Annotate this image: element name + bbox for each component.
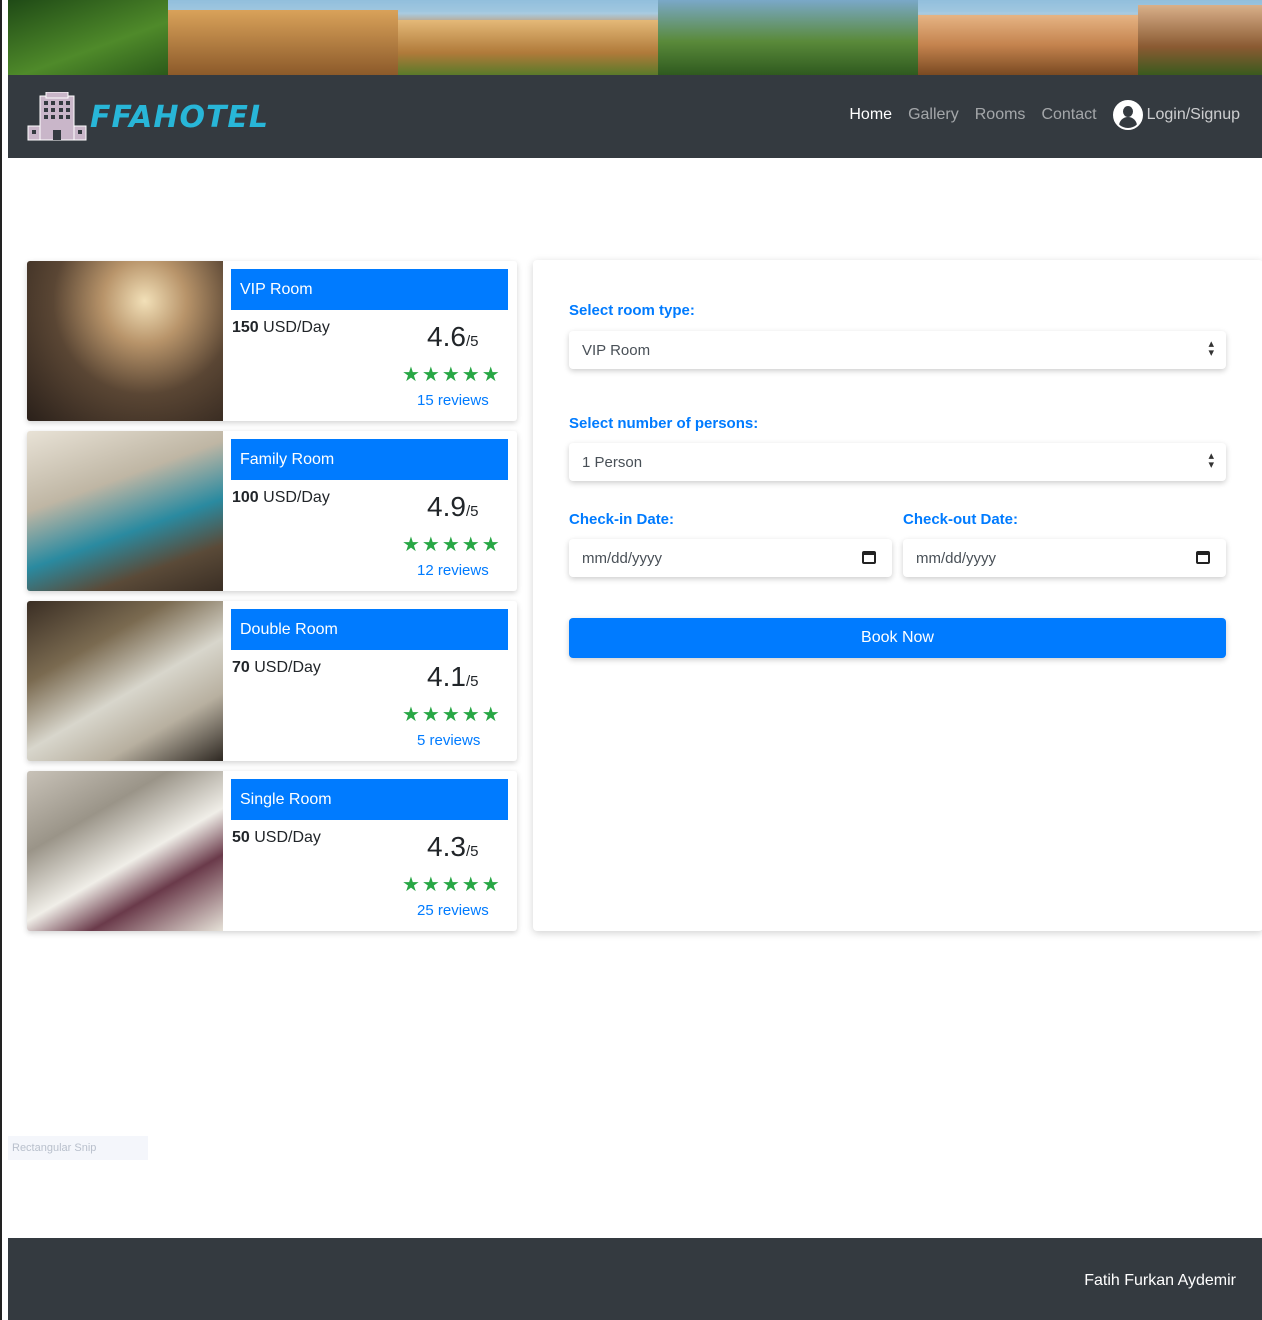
brand[interactable]: FFAHOTEL — [26, 91, 269, 143]
persons-select[interactable]: 1 Person ▴ ▾ — [569, 443, 1226, 481]
checkout-label: Check-out Date: — [903, 511, 1019, 528]
room-rating: 4.3/5 — [427, 831, 479, 862]
reviews-link[interactable]: 15 reviews — [417, 392, 489, 409]
room-price: 100 USD/Day — [232, 489, 330, 506]
persons-value: 1 Person — [582, 454, 643, 471]
room-list: VIP Room 150 USD/Day 4.6/5 ★★★★★ 15 revi… — [27, 261, 517, 941]
star-icons: ★★★★★ — [402, 364, 502, 386]
reviews-link[interactable]: 12 reviews — [417, 562, 489, 579]
star-icons: ★★★★★ — [402, 534, 502, 556]
nav-links: Home Gallery Rooms Contact Login/Signup — [833, 100, 1240, 130]
select-caret-icon: ▴ ▾ — [1208, 450, 1214, 471]
nav-rooms[interactable]: Rooms — [975, 106, 1026, 124]
checkin-placeholder: mm/dd/yyyy — [582, 550, 663, 567]
checkin-date-input[interactable]: mm/dd/yyyy — [569, 539, 892, 577]
login-label: Login/Signup — [1146, 106, 1240, 123]
star-icons: ★★★★★ — [402, 874, 502, 896]
select-caret-icon: ▴ ▾ — [1208, 338, 1214, 359]
room-type-label: Select room type: — [569, 302, 695, 319]
booking-form: Select room type: VIP Room ▴ ▾ Select num… — [533, 260, 1262, 931]
checkout-date-input[interactable]: mm/dd/yyyy — [903, 539, 1226, 577]
user-icon — [1112, 100, 1143, 130]
room-type-select[interactable]: VIP Room ▴ ▾ — [569, 331, 1226, 369]
room-price: 150 USD/Day — [232, 319, 330, 336]
room-title: VIP Room — [231, 269, 508, 310]
room-image — [27, 431, 223, 591]
nav-contact[interactable]: Contact — [1041, 106, 1096, 124]
nav-home[interactable]: Home — [849, 106, 892, 124]
hotel-building-icon — [27, 92, 87, 141]
room-title: Single Room — [231, 779, 508, 820]
room-image — [27, 771, 223, 931]
room-image — [27, 601, 223, 761]
room-card-single[interactable]: Single Room 50 USD/Day 4.3/5 ★★★★★ 25 re… — [27, 771, 517, 931]
room-title: Family Room — [231, 439, 508, 480]
snip-tooltip: Rectangular Snip — [8, 1136, 148, 1160]
calendar-icon[interactable] — [1196, 551, 1210, 564]
book-now-button[interactable]: Book Now — [569, 618, 1226, 658]
room-price: 70 USD/Day — [232, 659, 321, 676]
room-type-value: VIP Room — [582, 342, 651, 359]
room-card-vip[interactable]: VIP Room 150 USD/Day 4.6/5 ★★★★★ 15 revi… — [27, 261, 517, 421]
brand-name: FFAHOTEL — [90, 99, 270, 135]
star-icons: ★★★★★ — [402, 704, 502, 726]
room-price: 50 USD/Day — [232, 829, 321, 846]
room-rating: 4.1/5 — [427, 661, 479, 692]
reviews-link[interactable]: 5 reviews — [417, 732, 480, 749]
nav-gallery[interactable]: Gallery — [908, 106, 959, 124]
login-signup-link[interactable]: Login/Signup — [1112, 100, 1240, 130]
room-image — [27, 261, 223, 421]
room-card-family[interactable]: Family Room 100 USD/Day 4.9/5 ★★★★★ 12 r… — [27, 431, 517, 591]
footer-author: Fatih Furkan Aydemir — [1084, 1272, 1236, 1289]
checkout-placeholder: mm/dd/yyyy — [916, 550, 997, 567]
room-title: Double Room — [231, 609, 508, 650]
persons-label: Select number of persons: — [569, 415, 759, 432]
calendar-icon[interactable] — [862, 551, 876, 564]
hotel-banner-image — [8, 0, 1262, 75]
room-rating: 4.6/5 — [427, 321, 479, 352]
room-card-double[interactable]: Double Room 70 USD/Day 4.1/5 ★★★★★ 5 rev… — [27, 601, 517, 761]
reviews-link[interactable]: 25 reviews — [417, 902, 489, 919]
footer: Fatih Furkan Aydemir — [8, 1238, 1262, 1320]
room-rating: 4.9/5 — [427, 491, 479, 522]
checkin-label: Check-in Date: — [569, 511, 675, 528]
navbar: FFAHOTEL Home Gallery Rooms Contact Logi… — [8, 75, 1262, 158]
